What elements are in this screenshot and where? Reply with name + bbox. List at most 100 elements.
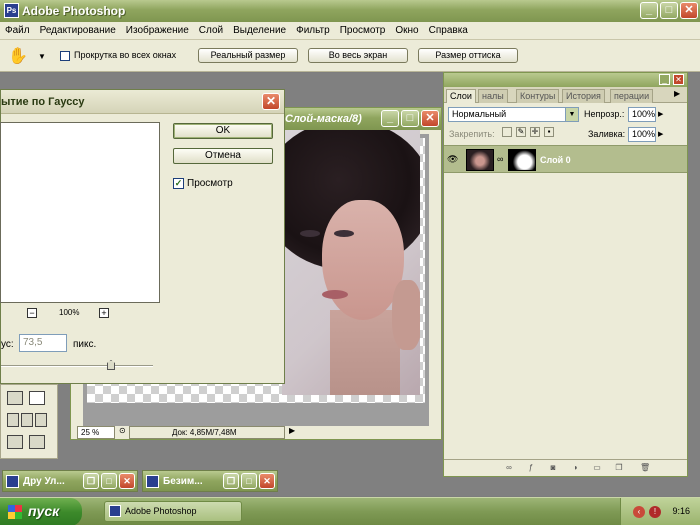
scroll-all-label: Прокрутка во всех окнах — [74, 50, 177, 60]
status-icon[interactable]: ⊙ — [119, 426, 126, 435]
preview-zoom-percent: 100% — [59, 308, 80, 317]
close-button[interactable]: ✕ — [680, 2, 698, 19]
fill-arrow-icon[interactable]: ▶ — [658, 127, 668, 142]
new-layer-icon[interactable]: ❐ — [614, 463, 624, 473]
preview-checkbox[interactable]: ✓ — [173, 178, 184, 189]
tool-preset-dropdown-icon[interactable]: ▼ — [38, 52, 46, 61]
layer-thumbnail[interactable] — [466, 149, 494, 171]
link-layers-icon[interactable]: ∞ — [504, 463, 514, 473]
lock-transparent-icon[interactable] — [502, 127, 512, 137]
menu-filter[interactable]: Фильтр — [291, 22, 335, 36]
ok-button[interactable]: OK — [173, 123, 273, 139]
zoom-in-button[interactable]: + — [99, 308, 109, 318]
minimized-document-1[interactable]: Дру Ул... ❐ □ ✕ — [2, 470, 138, 492]
document-title: Слой-маска/8) — [285, 113, 362, 125]
cancel-button[interactable]: Отмена — [173, 148, 273, 164]
standard-mode-icon[interactable] — [7, 391, 23, 405]
new-group-icon[interactable]: ▭ — [592, 463, 602, 473]
tab-history[interactable]: История — [562, 89, 605, 103]
lock-position-icon[interactable]: ✛ — [530, 127, 540, 137]
system-tray: ‹ ! 9:16 — [620, 498, 700, 525]
taskbar-item-photoshop[interactable]: Adobe Photoshop — [104, 501, 242, 522]
restore-button[interactable]: ❐ — [83, 473, 99, 489]
palette-minimize-button[interactable]: _ — [659, 74, 670, 85]
palette-menu-icon[interactable]: ▶ — [674, 89, 680, 98]
chain-link-icon[interactable]: ∞ — [497, 154, 503, 164]
zoom-field[interactable]: 25 % — [77, 426, 115, 439]
fill-input[interactable]: 100% — [628, 127, 656, 142]
security-shield-icon[interactable]: ! — [649, 506, 661, 518]
fill-label: Заливка: — [588, 129, 626, 139]
edit-in-imageready-icon[interactable] — [29, 435, 45, 449]
layer-row[interactable]: 👁 ∞ Слой 0 — [444, 145, 687, 173]
menu-select[interactable]: Выделение — [228, 22, 291, 36]
layer-name[interactable]: Слой 0 — [540, 155, 571, 165]
menu-file[interactable]: Файл — [0, 22, 35, 36]
menu-window[interactable]: Окно — [390, 22, 423, 36]
eye-icon[interactable]: 👁 — [447, 155, 459, 164]
screen-mode-standard-icon[interactable] — [7, 413, 19, 427]
scroll-all-checkbox[interactable] — [60, 51, 70, 61]
document-statusbar: 25 % ⊙ Док: 4,85M/7,48M ▶ — [77, 426, 437, 439]
clock[interactable]: 9:16 — [672, 506, 690, 516]
menu-help[interactable]: Справка — [424, 22, 473, 36]
screen-mode-full-menu-icon[interactable] — [21, 413, 33, 427]
layer-mask-thumbnail[interactable] — [508, 149, 536, 171]
doc-maximize-button[interactable]: □ — [401, 110, 419, 127]
maximize-button[interactable]: □ — [241, 473, 257, 489]
restore-button[interactable]: ❐ — [223, 473, 239, 489]
radius-label: ус: — [1, 339, 14, 350]
palette-close-button[interactable]: ✕ — [673, 74, 684, 85]
actual-pixels-button[interactable]: Реальный размер — [198, 48, 298, 63]
chevron-down-icon[interactable]: ▼ — [565, 108, 578, 121]
dialog-title: ытие по Гауссу — [1, 96, 85, 108]
quick-mask-icon[interactable] — [29, 391, 45, 405]
opacity-input[interactable]: 100% — [628, 107, 656, 122]
dialog-close-button[interactable]: ✕ — [262, 93, 280, 110]
doc-close-button[interactable]: ✕ — [421, 110, 439, 127]
minimized-title-1: Дру Ул... — [23, 476, 65, 487]
minimized-title-2: Безим... — [163, 476, 203, 487]
add-mask-icon[interactable]: ◙ — [548, 463, 558, 473]
photoshop-icon — [109, 505, 121, 517]
taskbar-item-label: Adobe Photoshop — [125, 506, 197, 516]
menu-layer[interactable]: Слой — [194, 22, 228, 36]
new-adjustment-layer-icon[interactable]: ◑ — [570, 463, 580, 473]
tray-arrow-icon[interactable]: ‹ — [633, 506, 645, 518]
trash-icon[interactable]: 🗑 — [640, 463, 650, 473]
tab-actions[interactable]: перации — [610, 89, 654, 103]
layer-style-icon[interactable]: ƒ — [526, 463, 536, 473]
lock-all-icon[interactable]: ▪ — [544, 127, 554, 137]
fit-screen-button[interactable]: Во весь экран — [308, 48, 408, 63]
tab-channels[interactable]: налы — [478, 89, 508, 103]
close-button[interactable]: ✕ — [259, 473, 275, 489]
minimize-button[interactable]: _ — [640, 2, 658, 19]
start-label: пуск — [28, 503, 60, 519]
blend-mode-select[interactable]: Нормальный ▼ — [448, 107, 579, 122]
radius-input[interactable]: 73,5 — [19, 334, 67, 352]
doc-minimize-button[interactable]: _ — [381, 110, 399, 127]
radius-slider-track[interactable] — [1, 365, 153, 367]
minimized-document-2[interactable]: Безим... ❐ □ ✕ — [142, 470, 278, 492]
opacity-arrow-icon[interactable]: ▶ — [658, 107, 668, 122]
close-button[interactable]: ✕ — [119, 473, 135, 489]
maximize-button[interactable]: □ — [101, 473, 117, 489]
portrait-photo — [282, 130, 420, 395]
hand-tool-icon[interactable]: ✋ — [8, 46, 28, 66]
radius-slider-thumb[interactable] — [107, 360, 115, 370]
maximize-button[interactable]: □ — [660, 2, 678, 19]
menu-view[interactable]: Просмотр — [335, 22, 391, 36]
lock-image-icon[interactable]: ✎ — [516, 127, 526, 137]
filter-preview-pane[interactable] — [0, 122, 160, 303]
opacity-label: Непрозр.: — [584, 109, 625, 119]
print-size-button[interactable]: Размер оттиска — [418, 48, 518, 63]
screen-mode-full-icon[interactable] — [35, 413, 47, 427]
tab-layers[interactable]: Слои — [446, 89, 476, 103]
imageready-jump-icon[interactable] — [7, 435, 23, 449]
menu-image[interactable]: Изображение — [121, 22, 194, 36]
start-button[interactable]: пуск — [0, 498, 82, 525]
zoom-out-button[interactable]: − — [27, 308, 37, 318]
status-menu-arrow-icon[interactable]: ▶ — [289, 426, 295, 435]
tab-paths[interactable]: Контуры — [516, 89, 560, 103]
menu-edit[interactable]: Редактирование — [35, 22, 121, 36]
